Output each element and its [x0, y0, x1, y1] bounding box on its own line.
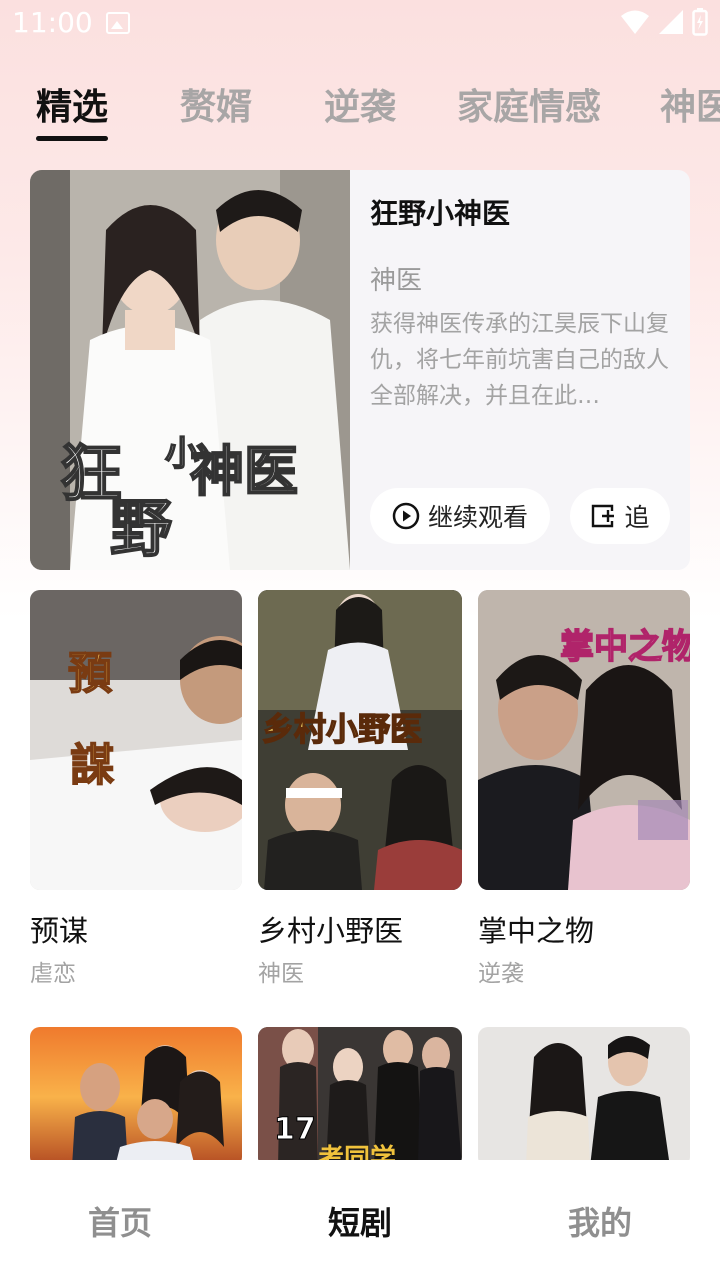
follow-button[interactable]: 追 [570, 488, 670, 544]
image-notification-icon [106, 12, 130, 34]
play-circle-icon [392, 502, 420, 530]
tab-jingxuan[interactable]: 精选 [36, 78, 108, 130]
nav-home[interactable]: 首页 [88, 1198, 152, 1244]
featured-cover-art: 狂 野 小 神医 [30, 170, 350, 570]
drama-cover-image[interactable]: 預 謀 [30, 590, 242, 890]
svg-text:謀: 謀 [70, 740, 114, 791]
drama-cover-image[interactable]: 掌中之物 [478, 590, 690, 890]
status-bar: 11:00 [0, 0, 720, 48]
featured-title: 狂野小神医 [370, 197, 511, 230]
tab-zhuixu[interactable]: 赘婿 [180, 78, 252, 130]
drama-card[interactable]: 掌中之物 掌中之物 逆袭 [478, 590, 690, 990]
wifi-icon [621, 10, 649, 34]
battery-icon [692, 8, 708, 36]
status-time: 11:00 [12, 6, 93, 39]
drama-card[interactable] [478, 1027, 690, 1167]
nav-profile[interactable]: 我的 [568, 1198, 632, 1244]
active-tab-indicator [36, 136, 108, 141]
signal-icon [659, 10, 683, 34]
add-to-list-icon [592, 504, 615, 528]
drama-genre: 虐恋 [30, 961, 76, 987]
drama-card[interactable]: 乡村小野医 乡村小野医 神医 [258, 590, 462, 990]
drama-cover-title-text: 乡村小野医 [262, 710, 422, 748]
drama-title: 预谋 [30, 914, 89, 948]
svg-text:神医: 神医 [190, 439, 298, 503]
follow-label: 追 [624, 503, 650, 532]
drama-card[interactable] [30, 1027, 242, 1167]
drama-genre: 神医 [258, 961, 304, 987]
tab-jiating-qinggan[interactable]: 家庭情感 [457, 78, 601, 130]
featured-genre: 神医 [370, 266, 423, 296]
tab-nixi[interactable]: 逆袭 [324, 78, 396, 130]
featured-description: 获得神医传承的江昊辰下山复仇，将七年前坑害自己的敌人全部解决，并且在此… [370, 311, 669, 409]
featured-drama-card[interactable]: 狂 野 小 神医 狂野小神医 神医 获得神医传承的江昊辰下山复仇，将七年前坑害自… [30, 170, 690, 570]
drama-cover-image[interactable]: 乡村小野医 [258, 590, 462, 890]
drama-cover-title-text: 預 [68, 648, 112, 699]
drama-title: 乡村小野医 [258, 914, 404, 948]
tab-shenyi[interactable]: 神医 [660, 78, 720, 130]
continue-watching-label: 继续观看 [427, 503, 528, 532]
featured-cover-image[interactable]: 狂 野 小 神医 [30, 170, 350, 570]
status-icons [620, 8, 708, 36]
svg-text:野: 野 [110, 492, 172, 565]
drama-genre: 逆袭 [478, 961, 524, 987]
bottom-navigation: 首页 短剧 我的 [0, 1160, 720, 1280]
drama-cover-episode-text: 17 [274, 1112, 316, 1147]
drama-title: 掌中之物 [478, 914, 595, 948]
continue-watching-button[interactable]: 继续观看 [370, 488, 550, 544]
nav-short-drama[interactable]: 短剧 [328, 1198, 392, 1244]
drama-card[interactable]: 預 謀 预谋 虐恋 [30, 590, 242, 990]
drama-card[interactable]: 17 考同学 [258, 1027, 462, 1167]
drama-cover-image[interactable] [478, 1027, 690, 1167]
drama-cover-image[interactable] [30, 1027, 242, 1167]
category-tabs: 精选 赘婿 逆袭 家庭情感 神医 [0, 70, 720, 150]
drama-cover-title-text: 掌中之物 [560, 627, 690, 667]
drama-cover-image[interactable]: 17 考同学 [258, 1027, 462, 1167]
